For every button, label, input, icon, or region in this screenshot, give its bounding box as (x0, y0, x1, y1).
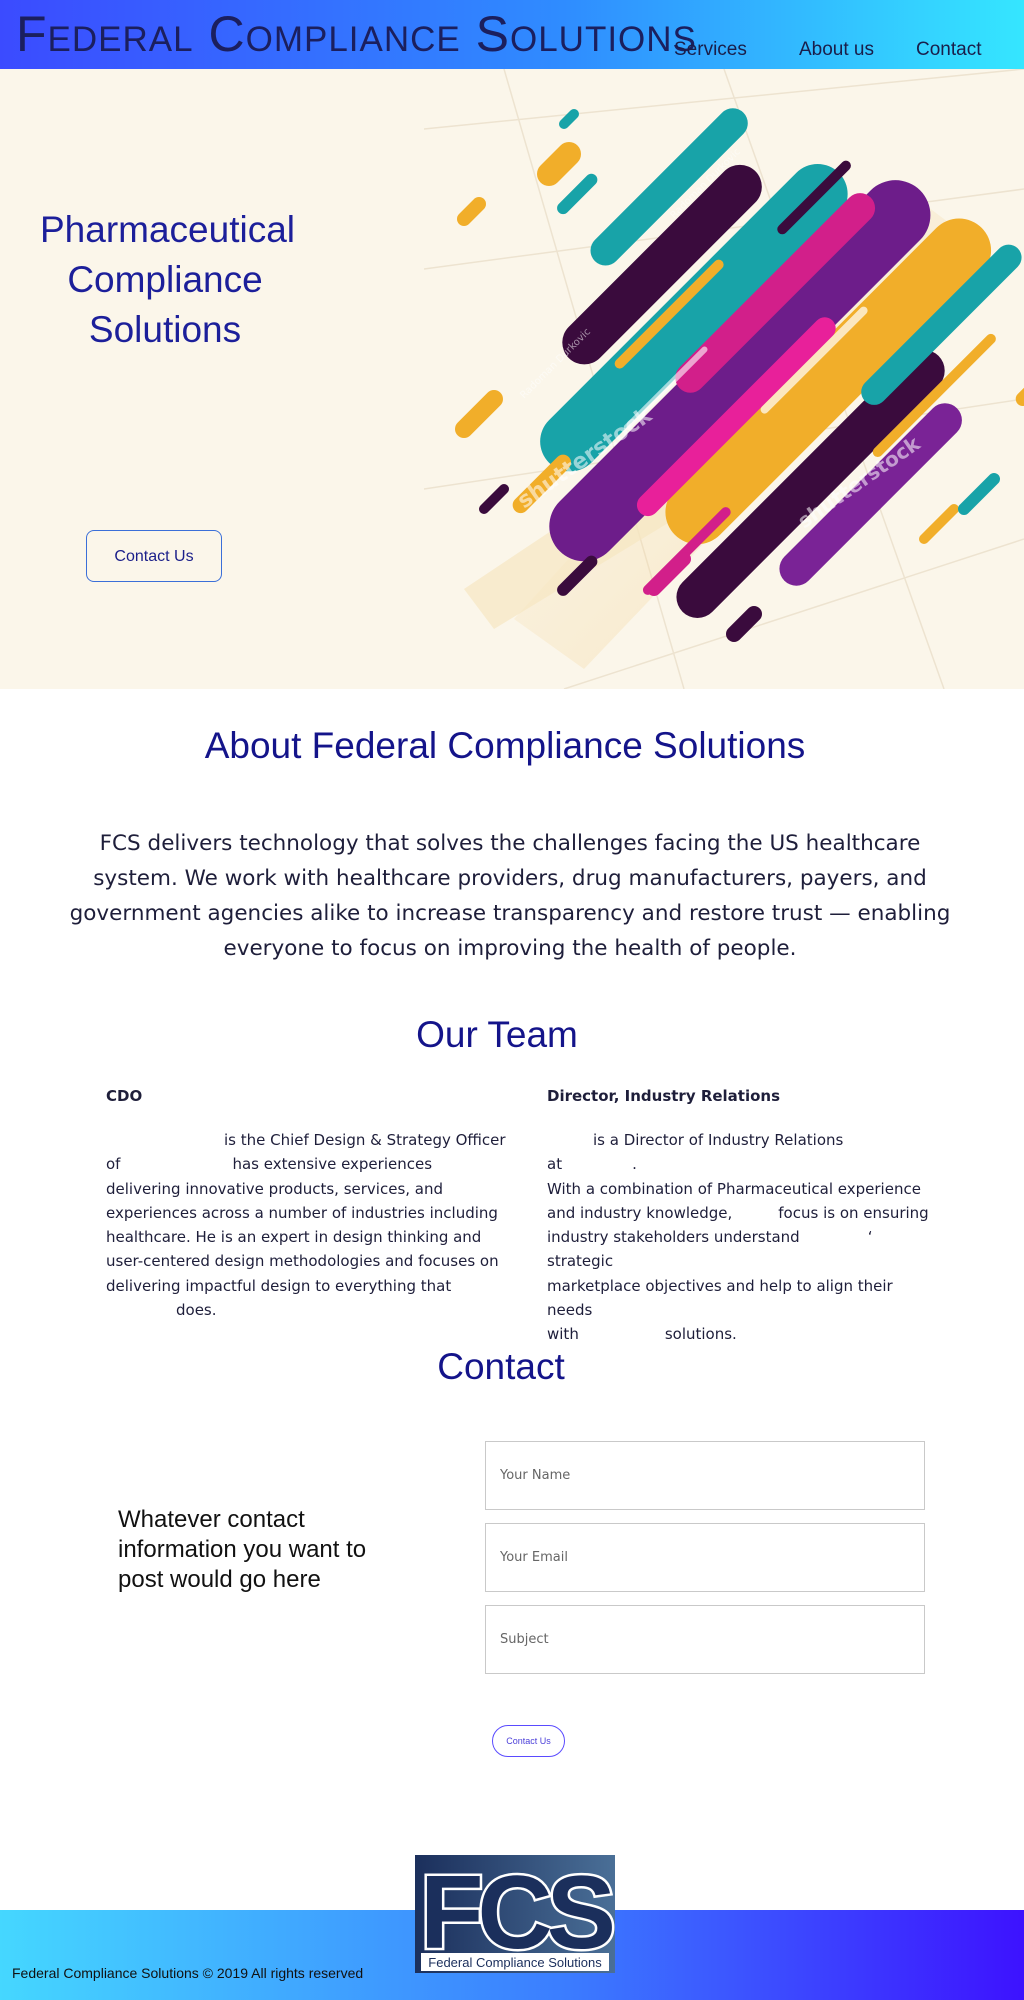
contact-title: Contact (437, 1346, 565, 1387)
fcs-logo[interactable]: FCS Federal Compliance Solutions (415, 1855, 615, 1973)
about-body-text: FCS delivers technology that solves the … (60, 826, 960, 966)
bio-line: experiences across a number of industrie… (106, 1203, 498, 1222)
email-field (485, 1523, 925, 1592)
logo-caption: Federal Compliance Solutions (428, 1955, 602, 1970)
bio-line: is a Director of Industry Relations at. (547, 1131, 844, 1174)
bio-line: industry stakeholders understand ‘ strate… (547, 1228, 873, 1271)
about-fcs-label: FCS (99, 831, 141, 856)
email-input[interactable] (486, 1524, 924, 1591)
hero-contact-button[interactable]: Contact Us (86, 530, 222, 582)
member-role: Director, Industry Relations (547, 1087, 781, 1105)
team-title: Our Team (416, 1014, 578, 1055)
about-title: About Federal Compliance Solutions (204, 725, 806, 766)
hero-title: Pharmaceutical Compliance Solutions (40, 205, 296, 355)
main-nav: Services About us Contact (0, 38, 1024, 64)
hero-title-line: Solutions (88, 309, 242, 350)
team-member-director: Director, Industry Relations is a Direct… (547, 1086, 937, 1343)
nav-services-link[interactable]: Services (674, 38, 747, 62)
hero-abstract-illustration: shutterstock shutterstock Radoman Durkov… (424, 69, 1024, 689)
member-role: CDO (106, 1087, 143, 1105)
bio-line: user-centered design methodologies and f… (106, 1252, 499, 1271)
bio-line: and industry knowledge, focus is on ensur… (547, 1203, 929, 1222)
contact-info-text: Whatever contact information you want to… (118, 1506, 367, 1593)
bio-line: healthcare. He is an expert in design th… (106, 1228, 482, 1247)
bio-line: does. (176, 1301, 217, 1320)
bio-line: delivering innovative products, services… (106, 1179, 444, 1198)
name-input[interactable] (486, 1442, 924, 1509)
hero-title-line: Compliance (67, 259, 263, 300)
bio-line: of has extensive experiences (106, 1155, 433, 1174)
name-field (485, 1441, 925, 1510)
site-header: Federal Compliance Solutions Services Ab… (0, 0, 1024, 69)
bio-line: marketplace objectives and help to align… (547, 1276, 893, 1320)
copyright-text: Federal Compliance Solutions © 2019 All … (12, 1965, 364, 1981)
nav-about-link[interactable]: About us (799, 38, 874, 62)
about-description: delivers technology that solves the chal… (69, 831, 951, 961)
contact-submit-button[interactable]: Contact Us (492, 1725, 565, 1757)
bio-line: With a combination of Pharmaceutical exp… (547, 1179, 921, 1198)
member-bio: is a Director of Industry Relations at. … (547, 1128, 937, 1347)
hero-title-line: Pharmaceutical (40, 209, 296, 250)
bio-line: is the Chief Design & Strategy Officer (224, 1131, 506, 1149)
nav-contact-link[interactable]: Contact (916, 38, 981, 62)
bio-line: delivering impactful design to everythin… (106, 1276, 452, 1295)
subject-field (485, 1605, 925, 1674)
subject-input[interactable] (486, 1606, 924, 1673)
hero-section: Pharmaceutical Compliance Solutions Cont… (0, 69, 1024, 689)
team-member-cdo: CDO is the Chief Design & Strategy Offic… (106, 1086, 506, 1319)
member-bio: is the Chief Design & Strategy Officer o… (106, 1128, 506, 1322)
